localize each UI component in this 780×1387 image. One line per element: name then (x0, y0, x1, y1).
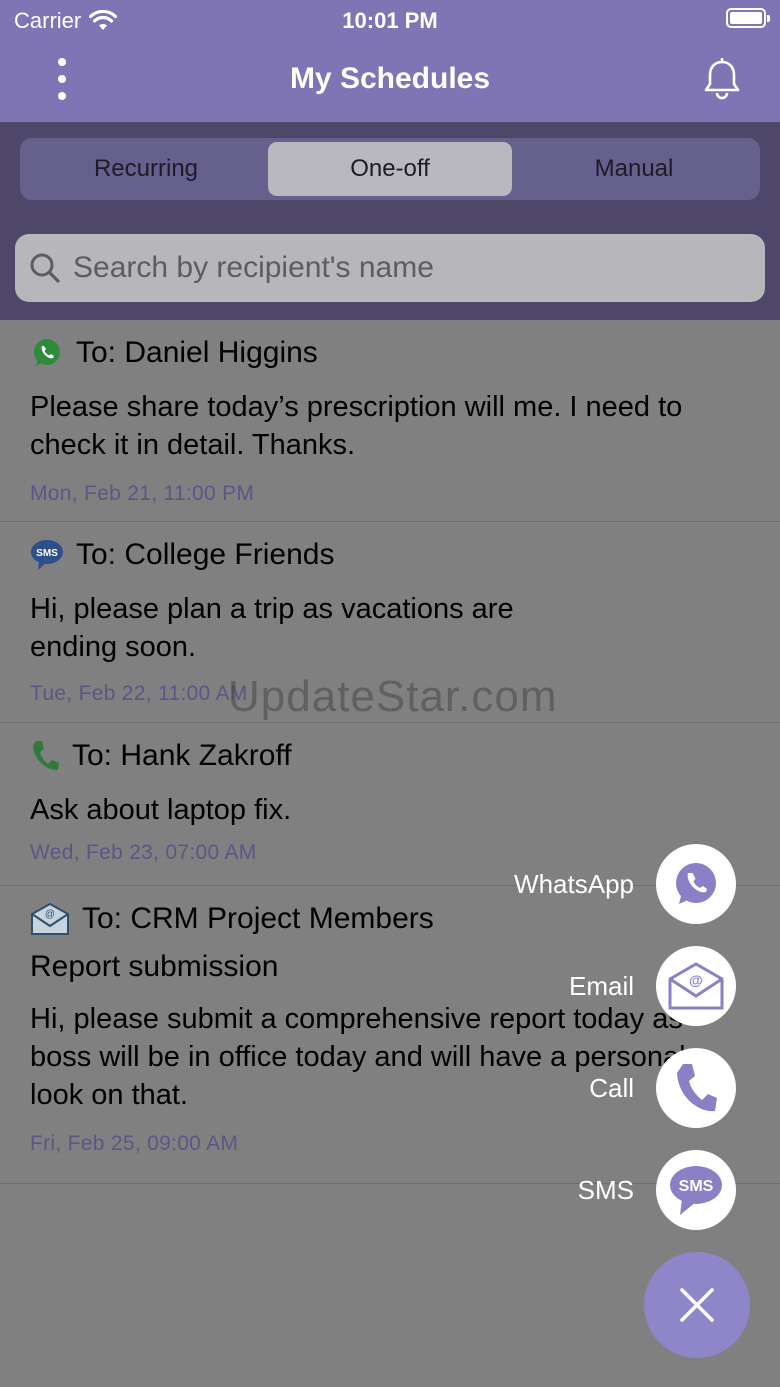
fab-call-row: Call (589, 1048, 736, 1128)
fab-sms-label: SMS (577, 1174, 634, 1205)
page-title: My Schedules (289, 62, 491, 95)
fab-email-row: Email @ (569, 946, 736, 1026)
nav-bar: My Schedules (0, 40, 780, 122)
fab-sms-row: SMS SMS (578, 1150, 736, 1230)
tab-recurring[interactable]: Recurring (24, 142, 268, 196)
sms-icon: SMS (670, 1166, 722, 1215)
whatsapp-icon (676, 863, 716, 904)
phone-icon (677, 1064, 717, 1112)
search-input[interactable] (73, 251, 713, 285)
email-icon: @ (30, 902, 70, 936)
recipient-name: To: College Friends (76, 538, 335, 571)
email-icon: @ (668, 962, 724, 1010)
recipient-name: To: CRM Project Members (82, 902, 434, 935)
tab-manual[interactable]: Manual (512, 142, 756, 196)
whatsapp-icon (30, 336, 64, 370)
close-icon (680, 1288, 714, 1322)
fab-call-label: Call (589, 1072, 634, 1103)
svg-text:SMS: SMS (36, 548, 58, 559)
schedule-type-tabs: Recurring One-off Manual (20, 138, 760, 200)
recipient-name: To: Hank Zakroff (72, 739, 292, 772)
message-body: Hi, please plan a trip as vacations are … (30, 593, 514, 663)
notifications-button[interactable] (702, 57, 742, 102)
message-body: Ask about laptop fix. (30, 794, 292, 826)
svg-text:@: @ (45, 909, 55, 920)
schedule-date: Mon, Feb 21, 11:00 PM (30, 482, 255, 505)
fab-whatsapp-label: WhatsApp (514, 868, 634, 899)
email-button[interactable]: @ (656, 946, 736, 1026)
sms-button[interactable]: SMS (656, 1150, 736, 1230)
filter-bar: Recurring One-off Manual (0, 122, 780, 320)
recipient-row: SMS To: College Friends (30, 538, 750, 572)
schedule-item[interactable]: @ To: CRM Project Members Report submiss… (0, 886, 780, 1184)
search-bar (15, 234, 765, 302)
message-body: Please share today’s prescription will m… (30, 391, 683, 461)
recipient-row: To: Hank Zakroff (30, 739, 750, 773)
sms-icon: SMS (30, 538, 64, 572)
call-button[interactable] (656, 1048, 736, 1128)
tab-one-off[interactable]: One-off (268, 142, 512, 196)
fab-email-label: Email (568, 970, 634, 1001)
watermark: UpdateStar.com (228, 672, 558, 721)
recipient-row: To: Daniel Higgins (30, 336, 750, 370)
status-bar: Carrier 10:01 PM (0, 0, 780, 40)
recipient-name: To: Daniel Higgins (76, 336, 318, 369)
clock: 10:01 PM (342, 8, 438, 33)
bell-icon (704, 57, 740, 100)
svg-text:SMS: SMS (679, 1178, 714, 1195)
close-fab-button[interactable] (644, 1252, 750, 1358)
fab-whatsapp-row: WhatsApp (514, 844, 736, 924)
search-icon (30, 253, 60, 283)
whatsapp-button[interactable] (656, 844, 736, 924)
battery-icon (726, 8, 770, 28)
schedule-item[interactable]: To: Daniel Higgins Please share today’s … (0, 320, 780, 522)
svg-text:@: @ (689, 972, 703, 988)
phone-icon (30, 739, 60, 773)
